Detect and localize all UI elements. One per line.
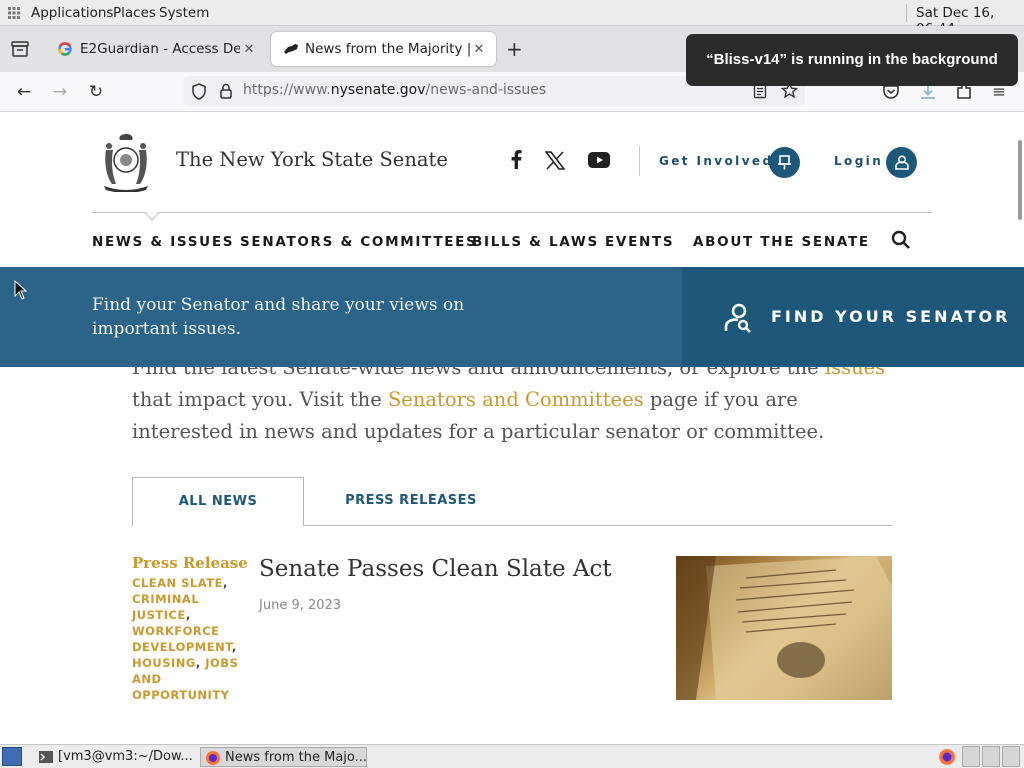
- workspace-2[interactable]: [982, 746, 1000, 767]
- tab-press-releases[interactable]: PRESS RELEASES: [304, 477, 518, 526]
- nav-about-senate[interactable]: ABOUT THE SENATE: [693, 234, 870, 250]
- tag-link[interactable]: WORKFORCE DEVELOPMENT: [132, 624, 232, 654]
- tab-news-majority[interactable]: News from the Majority | NY ✕: [271, 32, 496, 66]
- ny-seal-icon[interactable]: [96, 132, 156, 192]
- background-notification: “Bliss-v14” is running in the background: [686, 34, 1018, 86]
- show-desktop-icon[interactable]: [2, 747, 22, 766]
- article-title[interactable]: Senate Passes Clean Slate Act: [259, 556, 612, 582]
- header-divider: [639, 146, 640, 176]
- article-tags: CLEAN SLATE, CRIMINAL JUSTICE, WORKFORCE…: [132, 576, 239, 702]
- nav-senators-committees[interactable]: SENATORS & COMMITTEES: [240, 234, 478, 250]
- scrollbar-thumb[interactable]: [1018, 140, 1022, 220]
- url-text[interactable]: https://www.nysenate.gov/news-and-issues: [243, 82, 546, 98]
- find-senator-icon: [724, 303, 751, 333]
- tab-e2guardian[interactable]: E2Guardian - Access Denied ✕: [46, 32, 266, 66]
- article-image[interactable]: [676, 556, 892, 700]
- back-icon[interactable]: ←: [12, 80, 36, 104]
- old-book-page-picture: [676, 556, 892, 700]
- site-title[interactable]: The New York State Senate: [176, 148, 448, 171]
- get-involved-link[interactable]: Get Involved: [659, 154, 773, 168]
- youtube-icon[interactable]: [588, 152, 610, 168]
- taskbar: [vm3@vm3:~/Dow... News from the Majo...: [0, 744, 1024, 768]
- article-kicker: Press Release: [132, 554, 248, 572]
- workspace-1[interactable]: [962, 746, 980, 767]
- firefox-tray-icon[interactable]: [938, 748, 956, 766]
- nav-news-issues[interactable]: NEWS & ISSUES: [92, 234, 234, 250]
- menu-places[interactable]: Places: [113, 5, 156, 21]
- news-tabs: ALL NEWS PRESS RELEASES: [132, 477, 892, 526]
- top-panel: Applications Places System Sat Dec 16, 0…: [0, 0, 1024, 37]
- find-senator-label: FIND YOUR SENATOR: [771, 307, 1011, 326]
- workspace-3[interactable]: [1002, 746, 1020, 767]
- reload-icon[interactable]: ↻: [84, 80, 108, 104]
- url-domain: nysenate.gov: [330, 82, 426, 98]
- x-icon[interactable]: [545, 151, 565, 170]
- tag-link[interactable]: CLEAN SLATE: [132, 576, 223, 590]
- tab-title: News from the Majority | NY: [305, 41, 470, 57]
- url-path: /news-and-issues: [425, 82, 547, 98]
- url-prefix: https://www.: [243, 82, 331, 98]
- tag-link[interactable]: HOUSING: [132, 656, 196, 670]
- menu-system[interactable]: System: [159, 5, 209, 21]
- applications-grid-icon[interactable]: [8, 7, 20, 19]
- ny-state-icon: [284, 44, 298, 54]
- close-tab-icon[interactable]: ✕: [240, 42, 258, 57]
- nav-bills-laws[interactable]: BILLS & LAWS: [472, 234, 599, 250]
- get-involved-button[interactable]: [769, 147, 800, 178]
- pocket-icon[interactable]: [882, 84, 900, 100]
- user-lock-icon: [894, 155, 909, 170]
- google-g-icon: [58, 42, 72, 56]
- intro-text: that impact you. Visit the: [132, 388, 388, 411]
- search-icon[interactable]: [891, 230, 911, 250]
- facebook-icon[interactable]: [511, 150, 522, 169]
- shield-icon[interactable]: [191, 83, 207, 100]
- find-senator-banner: Find your Senator and share your views o…: [0, 267, 1024, 367]
- banner-text: Find your Senator and share your views o…: [92, 295, 465, 339]
- article-date: June 9, 2023: [259, 598, 342, 613]
- forward-icon[interactable]: →: [48, 80, 72, 104]
- web-page: The New York State Senate Get Involved L…: [0, 112, 1024, 744]
- taskbar-label: News from the Majo...: [225, 750, 368, 765]
- taskbar-item-terminal[interactable]: [vm3@vm3:~/Dow...: [34, 747, 199, 767]
- senators-committees-link[interactable]: Senators and Committees: [388, 388, 644, 411]
- login-button[interactable]: [886, 147, 917, 178]
- mouse-pointer-icon: [14, 280, 27, 300]
- lock-icon[interactable]: [219, 83, 233, 99]
- taskbar-item-firefox[interactable]: News from the Majo...: [200, 747, 367, 767]
- find-your-senator-button[interactable]: FIND YOUR SENATOR: [682, 267, 1024, 367]
- header-rule: [92, 212, 932, 213]
- tab-title: E2Guardian - Access Denied: [80, 41, 240, 57]
- active-nav-caret-icon: [145, 212, 159, 221]
- pin-icon: [778, 155, 791, 170]
- taskbar-label: [vm3@vm3:~/Dow...: [58, 749, 193, 764]
- tab-overview-icon[interactable]: [11, 41, 29, 57]
- new-tab-icon[interactable]: +: [506, 37, 523, 61]
- panel-divider: [906, 4, 907, 22]
- tab-all-news[interactable]: ALL NEWS: [132, 477, 304, 526]
- firefox-icon: [206, 751, 220, 765]
- login-link[interactable]: Login: [834, 154, 883, 168]
- close-tab-icon[interactable]: ✕: [470, 42, 488, 57]
- nav-events[interactable]: EVENTS: [605, 234, 674, 250]
- terminal-icon: [39, 751, 53, 763]
- menu-applications[interactable]: Applications: [31, 5, 113, 21]
